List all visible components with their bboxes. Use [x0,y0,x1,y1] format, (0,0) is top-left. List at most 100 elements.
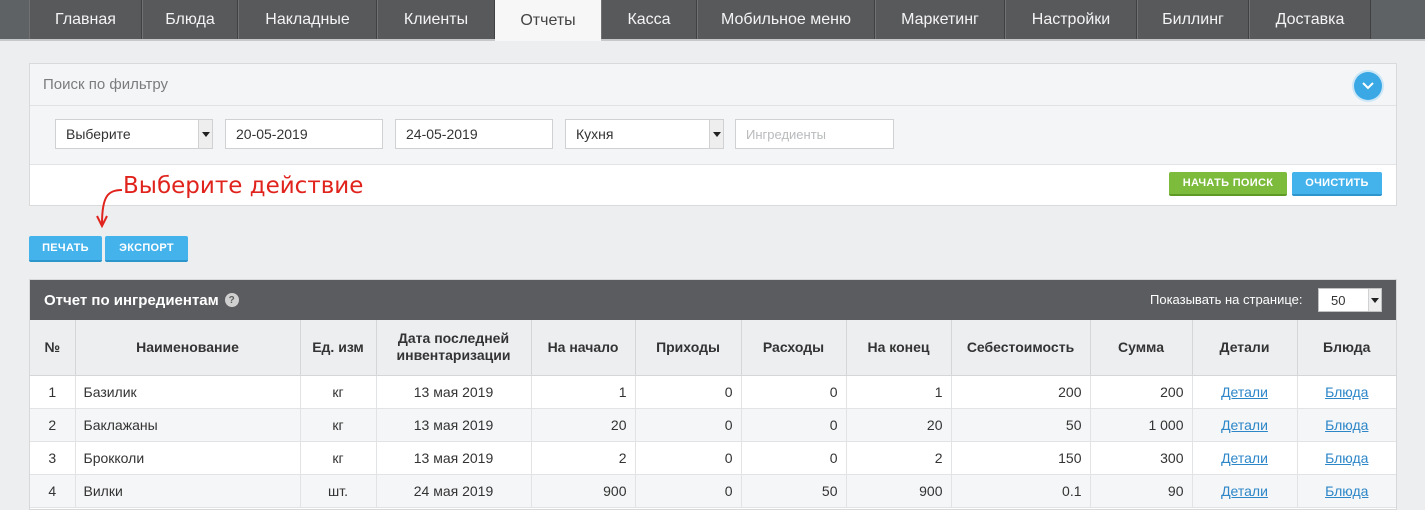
tab-marketing[interactable]: Маркетинг [875,0,1005,39]
table-row: 3 Брокколи кг 13 мая 2019 2 0 0 2 150 30… [30,441,1396,475]
action-select[interactable]: Выберите [55,119,213,149]
filter-fields: Выберите 20-05-2019 24-05-2019 Кухня Инг… [30,106,1396,165]
column-header[interactable]: Наименование [75,320,301,376]
cell-dishes: Блюда [1297,441,1396,475]
details-link[interactable]: Детали [1221,483,1268,499]
chevron-down-icon [1362,82,1374,90]
cell-dishes: Блюда [1297,474,1396,508]
column-header[interactable]: Детали [1192,320,1298,376]
cell-incoming: 0 [635,408,742,442]
dishes-link[interactable]: Блюда [1325,483,1368,499]
column-header[interactable]: На начало [531,320,636,376]
details-link[interactable]: Детали [1221,450,1268,466]
cell-opening: 900 [531,474,636,508]
cell-closing: 20 [846,408,952,442]
cell-name: Базилик [75,375,301,409]
cell-cost: 50 [951,408,1091,442]
table-row: 1 Базилик кг 13 мая 2019 1 0 0 1 200 200… [30,375,1396,409]
dropdown-arrow-icon[interactable] [1368,289,1381,311]
details-link[interactable]: Детали [1221,417,1268,433]
tab-clients[interactable]: Клиенты [377,0,495,39]
cell-inventory-date: 24 мая 2019 [376,474,532,508]
column-header[interactable]: № [30,320,76,376]
date-from-input[interactable]: 20-05-2019 [225,119,383,149]
table-row: 4 Вилки шт. 24 мая 2019 900 0 50 900 0.1… [30,474,1396,508]
dishes-link[interactable]: Блюда [1325,384,1368,400]
cell-details: Детали [1192,441,1298,475]
cell-inventory-date: 13 мая 2019 [376,408,532,442]
clear-button[interactable]: ОЧИСТИТЬ [1292,172,1382,196]
cell-number: 1 [30,375,76,409]
cell-number: 3 [30,441,76,475]
tab-delivery[interactable]: Доставка [1249,0,1371,39]
cell-incoming: 0 [635,474,742,508]
action-select-value: Выберите [66,126,131,142]
date-to-input[interactable]: 24-05-2019 [395,119,553,149]
cell-sum: 1 000 [1090,408,1193,442]
cell-closing: 1 [846,375,952,409]
print-button[interactable]: ПЕЧАТЬ [29,236,102,262]
column-header[interactable]: Дата последней инвентаризации [376,320,532,376]
cell-outgoing: 50 [741,474,847,508]
tab-billing[interactable]: Биллинг [1137,0,1249,39]
tab-invoices[interactable]: Накладные [238,0,377,39]
kitchen-select[interactable]: Кухня [565,119,724,149]
cell-unit: кг [300,375,377,409]
cell-details: Детали [1192,408,1298,442]
column-header[interactable]: Сумма [1090,320,1193,376]
column-header[interactable]: Расходы [741,320,847,376]
cell-number: 4 [30,474,76,508]
cell-unit: кг [300,408,377,442]
column-header[interactable]: Ед. изм [300,320,377,376]
kitchen-select-value: Кухня [576,126,614,142]
tab-settings[interactable]: Настройки [1005,0,1137,39]
report-header: Отчет по ингредиентам ? Показывать на ст… [30,280,1396,320]
help-icon[interactable]: ? [224,293,239,307]
cell-inventory-date: 13 мая 2019 [376,441,532,475]
cell-dishes: Блюда [1297,408,1396,442]
column-header[interactable]: Себестоимость [951,320,1091,376]
cell-dishes: Блюда [1297,375,1396,409]
per-page-label: Показывать на странице: [1150,292,1303,307]
cell-outgoing: 0 [741,408,847,442]
report-panel: Отчет по ингредиентам ? Показывать на ст… [29,279,1397,510]
cell-name: Баклажаны [75,408,301,442]
dishes-link[interactable]: Блюда [1325,450,1368,466]
column-header[interactable]: На конец [846,320,952,376]
start-search-button[interactable]: НАЧАТЬ ПОИСК [1169,172,1287,196]
dropdown-arrow-icon[interactable] [709,120,723,148]
annotation-text: Выберите действие [123,173,364,199]
top-nav: Главная Блюда Накладные Клиенты Отчеты К… [0,0,1425,41]
report-table: № Наименование Ед. изм Дата последней ин… [30,320,1396,508]
cell-details: Детали [1192,375,1298,409]
filter-title: Поиск по фильтру [30,64,1396,106]
cell-inventory-date: 13 мая 2019 [376,375,532,409]
export-button[interactable]: ЭКСПОРТ [105,236,188,262]
tab-dishes[interactable]: Блюда [142,0,238,39]
tab-main[interactable]: Главная [29,0,142,39]
tab-reports[interactable]: Отчеты [495,0,601,41]
tab-mobile-menu[interactable]: Мобильное меню [697,0,875,39]
column-header[interactable]: Приходы [635,320,742,376]
column-header[interactable]: Блюда [1297,320,1396,376]
details-link[interactable]: Детали [1221,384,1268,400]
cell-details: Детали [1192,474,1298,508]
cell-cost: 200 [951,375,1091,409]
cell-cost: 0.1 [951,474,1091,508]
cell-incoming: 0 [635,375,742,409]
filter-toggle-button[interactable] [1354,72,1382,100]
tab-cashier[interactable]: Касса [601,0,697,39]
cell-incoming: 0 [635,441,742,475]
per-page-select[interactable]: 50 [1318,288,1382,312]
cell-sum: 300 [1090,441,1193,475]
table-row: 2 Баклажаны кг 13 мая 2019 20 0 0 20 50 … [30,408,1396,442]
cell-unit: кг [300,441,377,475]
table-header-row: № Наименование Ед. изм Дата последней ин… [30,320,1396,376]
cell-opening: 20 [531,408,636,442]
cell-cost: 150 [951,441,1091,475]
cell-closing: 2 [846,441,952,475]
ingredients-input[interactable]: Ингредиенты [735,119,894,149]
cell-outgoing: 0 [741,375,847,409]
dropdown-arrow-icon[interactable] [198,120,212,148]
dishes-link[interactable]: Блюда [1325,417,1368,433]
